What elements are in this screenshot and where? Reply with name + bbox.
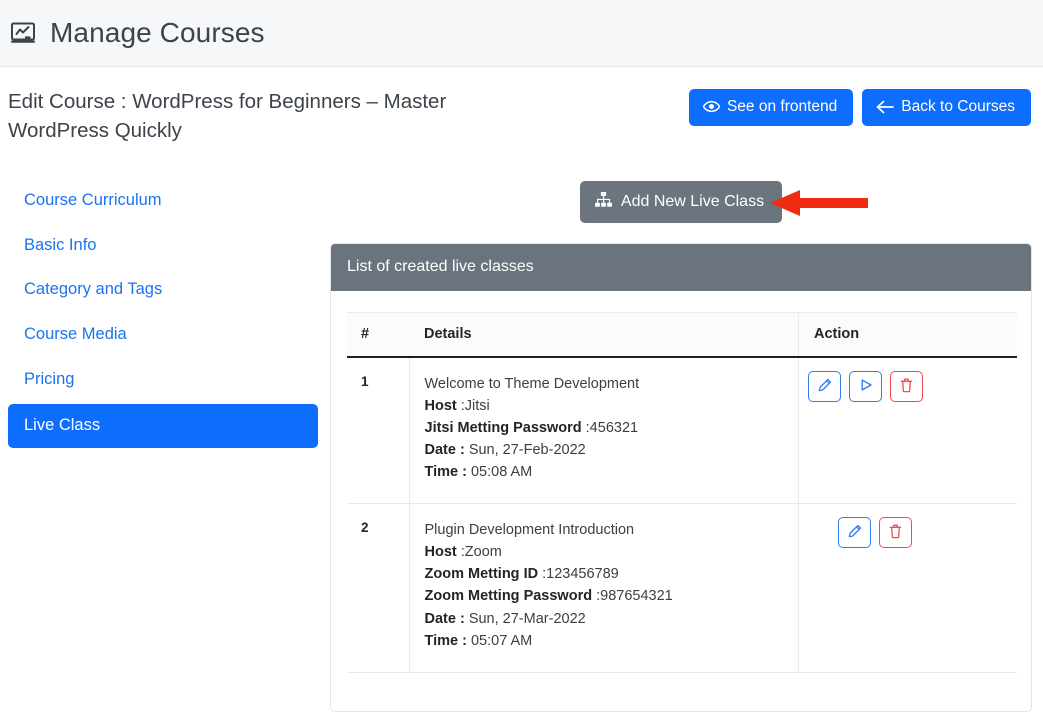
detail-meeting-id-label: Zoom Metting ID — [424, 566, 539, 583]
table-row: 2 Plugin Development Introduction Host :… — [347, 503, 1017, 673]
table-header-row: # Details Action — [347, 312, 1017, 359]
eye-icon — [702, 100, 720, 113]
column-header-action: Action — [798, 312, 1017, 359]
course-title: Edit Course : WordPress for Beginners – … — [8, 90, 447, 143]
live-classes-card: List of created live classes # Details A… — [330, 243, 1032, 712]
detail-host-label: Host — [424, 544, 457, 561]
live-classes-card-title: List of created live classes — [331, 244, 1031, 292]
course-settings-nav: Course Curriculum Basic Info Category an… — [0, 181, 330, 711]
row-number: 2 — [347, 503, 410, 673]
back-to-courses-button[interactable]: Back to Courses — [862, 89, 1031, 126]
trash-icon — [889, 524, 902, 542]
live-class-title: Plugin Development Introduction — [424, 522, 635, 539]
detail-date-label: Date : — [424, 442, 465, 459]
detail-date: Date : Sun, 27-Mar-2022 — [425, 608, 799, 630]
chart-board-icon — [8, 18, 38, 48]
sidebar-item-course-media[interactable]: Course Media — [8, 315, 318, 354]
detail-password: Zoom Metting Password :987654321 — [425, 585, 799, 607]
row-details: Plugin Development Introduction Host :Zo… — [409, 503, 799, 673]
detail-time-label: Time : — [424, 464, 467, 481]
detail-password-value: :456321 — [585, 420, 639, 437]
live-classes-table: # Details Action 1 Welcome to Theme Deve… — [347, 312, 1017, 673]
detail-time-label: Time : — [424, 632, 467, 649]
detail-date-value: Sun, 27-Mar-2022 — [464, 610, 586, 627]
detail-password: Jitsi Metting Password :456321 — [425, 417, 799, 439]
detail-time-value: 05:07 AM — [466, 632, 533, 649]
start-live-class-button[interactable] — [849, 371, 882, 403]
detail-host: Host :Jitsi — [425, 395, 799, 417]
detail-time-value: 05:08 AM — [466, 464, 533, 481]
row-actions — [798, 356, 1017, 505]
column-header-number: # — [347, 312, 409, 359]
pencil-icon — [817, 378, 832, 396]
column-header-details: Details — [409, 312, 799, 359]
delete-live-class-button[interactable] — [890, 371, 923, 403]
sidebar-item-category-and-tags[interactable]: Category and Tags — [8, 270, 318, 309]
see-on-frontend-label: See on frontend — [726, 98, 838, 115]
sitemap-icon — [594, 192, 612, 211]
course-action-buttons: See on frontend Back to Courses — [688, 85, 1031, 126]
sidebar-item-pricing[interactable]: Pricing — [8, 360, 318, 399]
delete-live-class-button[interactable] — [879, 517, 912, 549]
edit-live-class-button[interactable] — [808, 371, 841, 403]
page-title: Manage Courses — [50, 16, 265, 48]
add-live-class-row: Add New Live Class — [330, 181, 1032, 224]
action-button-group — [808, 517, 1017, 549]
sidebar-item-basic-info[interactable]: Basic Info — [8, 226, 318, 265]
sidebar-item-course-curriculum[interactable]: Course Curriculum — [8, 181, 318, 220]
row-actions — [798, 503, 1017, 673]
detail-time: Time : 05:07 AM — [425, 630, 799, 652]
detail-password-label: Jitsi Metting Password — [424, 420, 582, 437]
edit-live-class-button[interactable] — [838, 517, 871, 549]
detail-date-value: Sun, 27-Feb-2022 — [464, 442, 586, 459]
row-details: Welcome to Theme Development Host :Jitsi… — [409, 356, 799, 505]
row-number: 1 — [347, 356, 410, 505]
add-new-live-class-button[interactable]: Add New Live Class — [579, 181, 783, 224]
detail-date-label: Date : — [424, 610, 465, 627]
live-class-title: Welcome to Theme Development — [424, 376, 640, 393]
detail-host-label: Host — [424, 398, 457, 415]
detail-host-value: :Jitsi — [460, 398, 490, 415]
table-body: 1 Welcome to Theme Development Host :Jit… — [347, 356, 1017, 673]
live-class-panel: Add New Live Class List of created live … — [330, 181, 1043, 712]
course-title-row: Edit Course : WordPress for Beginners – … — [0, 67, 1043, 145]
add-new-live-class-label: Add New Live Class — [620, 192, 765, 210]
see-on-frontend-button[interactable]: See on frontend — [688, 89, 854, 126]
content-area: Course Curriculum Basic Info Category an… — [0, 145, 1043, 712]
trash-icon — [900, 378, 913, 396]
detail-password-label: Zoom Metting Password — [424, 588, 593, 605]
table-row: 1 Welcome to Theme Development Host :Jit… — [347, 356, 1017, 505]
arrow-left-icon — [876, 100, 895, 114]
detail-password-value: :987654321 — [596, 588, 673, 605]
live-classes-card-body: # Details Action 1 Welcome to Theme Deve… — [331, 291, 1031, 710]
play-icon — [859, 378, 873, 395]
table-head: # Details Action — [347, 312, 1017, 359]
detail-host-value: :Zoom — [460, 544, 502, 561]
action-button-group — [808, 371, 1017, 403]
detail-date: Date : Sun, 27-Feb-2022 — [425, 439, 799, 461]
page-header: Manage Courses — [0, 0, 1043, 67]
sidebar-item-live-class[interactable]: Live Class — [8, 404, 318, 448]
detail-host: Host :Zoom — [425, 541, 799, 563]
pencil-icon — [847, 524, 862, 542]
detail-meeting-id: Zoom Metting ID :123456789 — [425, 563, 799, 585]
red-arrow-annotation — [770, 189, 868, 217]
detail-time: Time : 05:08 AM — [425, 461, 799, 483]
back-to-courses-label: Back to Courses — [901, 98, 1015, 115]
detail-meeting-id-value: :123456789 — [542, 566, 619, 583]
